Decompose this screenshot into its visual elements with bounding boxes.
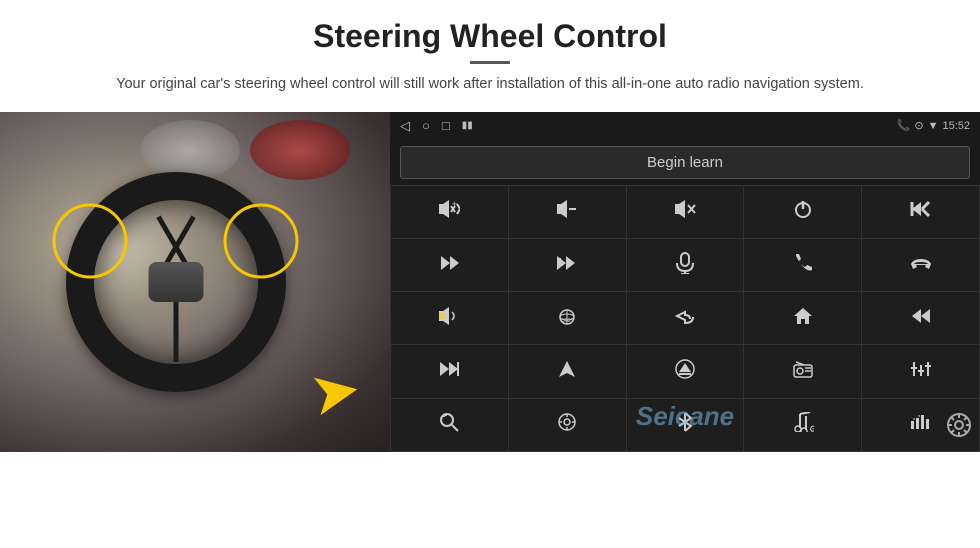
- speaker-cell[interactable]: 📢: [391, 292, 508, 344]
- next-track-cell[interactable]: [391, 239, 508, 291]
- power-cell[interactable]: [744, 186, 861, 238]
- svg-text:📢: 📢: [439, 324, 445, 325]
- dashboard-gauge: [250, 120, 350, 180]
- volume-bars-icon: [910, 413, 932, 436]
- fast-forward-cell[interactable]: [391, 345, 508, 397]
- skip-next-cell[interactable]: [509, 239, 626, 291]
- begin-learn-row: Begin learn: [390, 140, 980, 185]
- battery-icon: ▮▮: [462, 120, 473, 131]
- highlight-circle-left: [52, 203, 127, 278]
- eject-icon: [675, 359, 695, 384]
- location-icon: ⊙: [914, 119, 923, 132]
- mute-icon: [674, 200, 696, 223]
- android-status-bar: ◁ ○ □ ▮▮ 📞 ⊙ ▼ 15:52: [390, 112, 980, 140]
- prev-track-cell[interactable]: [862, 186, 979, 238]
- vol-up-cell[interactable]: +: [391, 186, 508, 238]
- time-display: 15:52: [942, 120, 970, 132]
- eq-cell[interactable]: [862, 345, 979, 397]
- phone-icon: [793, 253, 813, 278]
- back-cell[interactable]: [627, 292, 744, 344]
- navigate-cell[interactable]: [509, 345, 626, 397]
- settings-circle-icon: [557, 412, 577, 437]
- home-nav-icon: [793, 306, 813, 331]
- mute-cell[interactable]: [627, 186, 744, 238]
- vol-down-cell[interactable]: [509, 186, 626, 238]
- back-nav-icon: [675, 307, 695, 330]
- bluetooth-cell[interactable]: [627, 399, 744, 451]
- content-area: ➤ ◁ ○ □ ▮▮ 📞 ⊙ ▼ 15:52: [0, 112, 980, 548]
- dashboard-gauge2: [140, 120, 240, 180]
- 360-cell[interactable]: 360°: [509, 292, 626, 344]
- steering-wheel-image: ➤: [0, 112, 390, 452]
- icon-grid: +: [390, 185, 980, 452]
- yellow-arrow: ➤: [305, 358, 365, 426]
- next-track-icon: [438, 254, 460, 277]
- end-call-icon: [910, 255, 932, 276]
- recents-icon[interactable]: □: [442, 118, 450, 133]
- page: Steering Wheel Control Your original car…: [0, 0, 980, 548]
- skip-next-icon: [556, 254, 578, 277]
- radio-cell[interactable]: [744, 345, 861, 397]
- mic-cell[interactable]: [627, 239, 744, 291]
- svg-text:⚙: ⚙: [809, 424, 814, 432]
- phone-status-icon: 📞: [897, 119, 911, 132]
- highlight-circle-right: [224, 203, 299, 278]
- title-divider: [470, 61, 510, 64]
- home-icon[interactable]: ○: [422, 118, 430, 133]
- vol-up-icon: +: [438, 200, 460, 223]
- android-panel: ◁ ○ □ ▮▮ 📞 ⊙ ▼ 15:52 Begin learn: [390, 112, 980, 452]
- eject-cell[interactable]: [627, 345, 744, 397]
- phone-cell[interactable]: [744, 239, 861, 291]
- back-icon[interactable]: ◁: [400, 118, 410, 134]
- search-cell[interactable]: [391, 399, 508, 451]
- prev-media-cell[interactable]: [862, 292, 979, 344]
- svg-text:+: +: [452, 200, 457, 209]
- status-icons: 📞 ⊙ ▼ 15:52: [897, 119, 970, 132]
- eq-icon: [910, 360, 932, 383]
- nav-icons: ◁ ○ □ ▮▮: [400, 118, 473, 134]
- wifi-icon: ▼: [928, 120, 939, 132]
- settings2-cell[interactable]: [509, 399, 626, 451]
- page-title: Steering Wheel Control: [60, 18, 920, 55]
- speaker-icon: 📢: [438, 307, 460, 330]
- home-nav-cell[interactable]: [744, 292, 861, 344]
- mic-icon: [676, 252, 694, 279]
- header-section: Steering Wheel Control Your original car…: [0, 0, 980, 106]
- music-cell[interactable]: ⚙: [744, 399, 861, 451]
- prev-media-icon: [910, 307, 932, 330]
- power-icon: [793, 199, 813, 224]
- begin-learn-button[interactable]: Begin learn: [400, 146, 970, 179]
- fast-forward-icon: [438, 360, 460, 383]
- vol-down-icon: [556, 200, 578, 223]
- radio-icon: [792, 360, 814, 383]
- 360-icon: 360°: [553, 306, 581, 331]
- svg-text:360°: 360°: [562, 318, 572, 324]
- subtitle: Your original car's steering wheel contr…: [80, 74, 900, 96]
- bluetooth-icon: [677, 411, 693, 438]
- settings-gear-button[interactable]: [946, 412, 972, 444]
- steering-wheel-hub: [148, 262, 203, 302]
- navigate-icon: [557, 359, 577, 384]
- prev-track-icon: [910, 200, 932, 223]
- search-icon: [439, 412, 459, 437]
- end-call-cell[interactable]: [862, 239, 979, 291]
- music-icon: ⚙: [792, 412, 814, 437]
